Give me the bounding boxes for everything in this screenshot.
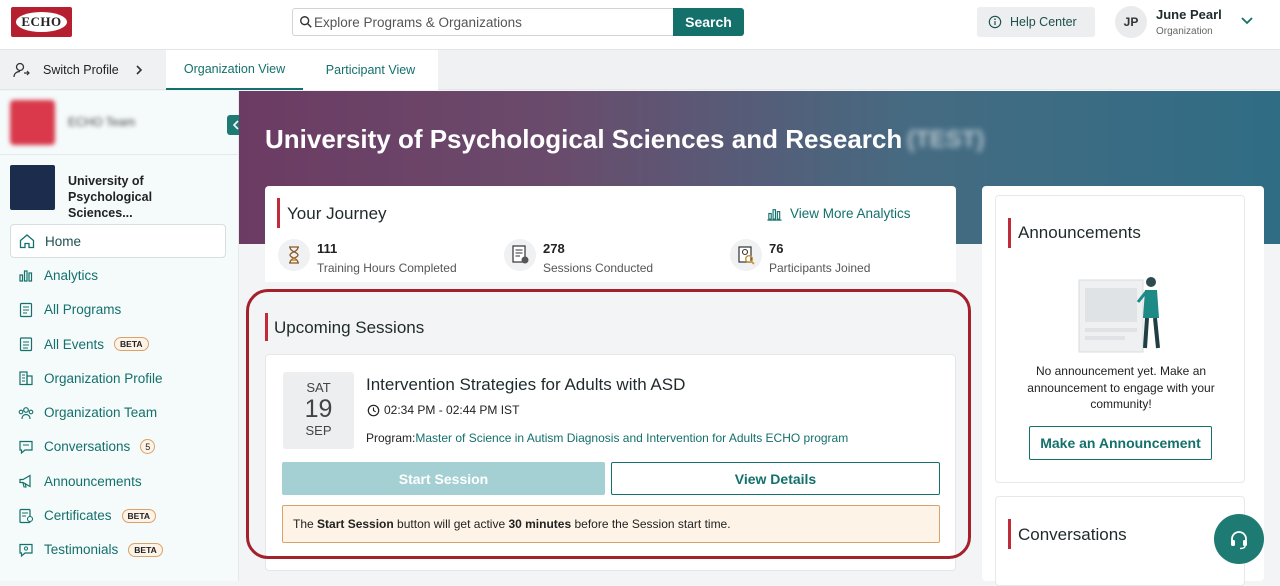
announcements-title: Announcements [1018, 223, 1141, 242]
team-icon [18, 406, 34, 419]
support-chat-button[interactable] [1214, 514, 1264, 564]
journey-card: Your Journey View More Analytics 111 Tra… [265, 186, 956, 282]
team-switcher[interactable]: ECHO Team [0, 91, 239, 155]
programs-icon [19, 302, 33, 317]
analytics-icon [19, 270, 33, 283]
beta-badge: BETA [114, 337, 149, 352]
sidebar-item-home[interactable]: Home [10, 224, 226, 259]
stat-value: 76 [769, 241, 784, 256]
test-tag: (TEST) [907, 126, 985, 153]
stat-label: Sessions Conducted [543, 261, 654, 275]
search-box[interactable] [292, 8, 674, 36]
building-icon [19, 371, 33, 386]
participant-icon [730, 239, 762, 271]
help-center-button[interactable]: Help Center [977, 7, 1095, 37]
sidebar-item-testimonials[interactable]: Testimonials BETA [10, 533, 226, 567]
sidebar-item-conversations[interactable]: Conversations 5 [10, 430, 226, 464]
events-icon [19, 337, 33, 352]
switch-profile-label: Switch Profile [43, 63, 119, 77]
info-icon [988, 15, 1002, 29]
chevron-down-icon[interactable] [1239, 14, 1255, 28]
team-logo [10, 100, 55, 145]
sidebar-item-label: Certificates [44, 508, 112, 524]
megaphone-icon [19, 474, 31, 488]
search-button[interactable]: Search [673, 8, 744, 36]
sidebar-item-label: Home [45, 233, 82, 249]
certificate-icon [19, 508, 34, 523]
sidebar-item-organization-profile[interactable]: Organization Profile [10, 361, 226, 395]
announcements-card: Announcements No announcement yet. Make … [995, 195, 1245, 483]
tab-participant-view[interactable]: Participant View [303, 50, 438, 90]
home-icon [19, 234, 35, 249]
user-name[interactable]: June Pearl [1156, 7, 1222, 22]
sidebar-item-label: Conversations [44, 439, 131, 455]
stat-value: 111 [317, 241, 338, 256]
org-name: University of Psychological Sciences... [68, 174, 153, 220]
sidebar: ECHO Team University of Psychological Sc… [0, 91, 247, 581]
tab-organization-view[interactable]: Organization View [166, 50, 303, 90]
sidebar-item-label: All Programs [44, 302, 122, 318]
section-accent-bar [277, 198, 280, 228]
headset-icon [1231, 531, 1247, 550]
page-title: University of Psychological Sciences and… [265, 124, 903, 154]
avatar[interactable]: JP [1115, 6, 1147, 38]
sidebar-item-label: Organization Team [44, 405, 158, 421]
sidebar-item-announcements[interactable]: Announcements [10, 464, 226, 498]
sidebar-item-organization-team[interactable]: Organization Team [10, 395, 226, 429]
switch-profile-button[interactable]: Switch Profile [11, 60, 145, 80]
sidebar-item-label: Analytics [44, 267, 99, 283]
view-tabs: Organization View Participant View [166, 50, 438, 90]
journey-title: Your Journey [287, 204, 387, 223]
sidebar-nav: Home Analytics All Programs All Events B… [10, 224, 226, 567]
view-more-analytics-link[interactable]: View More Analytics [766, 205, 911, 222]
sidebar-item-label: All Events [44, 336, 105, 352]
highlight-outline [246, 289, 971, 559]
testimonial-icon [19, 543, 33, 558]
beta-badge: BETA [121, 508, 157, 523]
conversations-title: Conversations [1018, 525, 1127, 544]
user-role: Organization [1156, 26, 1213, 37]
org-logo [10, 165, 55, 210]
sidebar-item-label: Testimonials [44, 542, 119, 558]
stat-label: Training Hours Completed [317, 261, 457, 275]
conversations-card: Conversations [995, 496, 1245, 586]
view-more-analytics-label: View More Analytics [790, 206, 911, 221]
team-name: ECHO Team [68, 115, 136, 129]
beta-badge: BETA [128, 542, 163, 557]
help-center-label: Help Center [1010, 15, 1077, 29]
sidebar-item-label: Organization Profile [44, 370, 163, 386]
chat-icon [19, 440, 33, 455]
document-icon [504, 239, 536, 271]
echo-logo[interactable]: ECHO [11, 7, 72, 37]
search-icon [300, 16, 312, 28]
sidebar-item-all-events[interactable]: All Events BETA [10, 327, 226, 361]
switch-profile-icon [13, 62, 30, 78]
sidebar-item-analytics[interactable]: Analytics [10, 258, 226, 292]
empty-announcements-text: No announcement yet. Make an announcemen… [1027, 364, 1215, 411]
empty-announcements-illustration [1078, 277, 1160, 353]
stat-label: Participants Joined [769, 261, 871, 275]
analytics-icon [767, 209, 782, 221]
top-bar: ECHO Search Help Center JP June Pearl Or… [0, 0, 1280, 50]
hourglass-icon [278, 239, 310, 271]
sub-bar: Switch Profile Organization View Partici… [0, 50, 1280, 90]
section-accent-bar [1008, 218, 1011, 248]
logo-text: ECHO [16, 12, 67, 32]
chevron-right-icon [136, 65, 142, 75]
conversation-count-badge: 5 [140, 439, 156, 455]
stat-value: 278 [543, 241, 565, 256]
search-input[interactable] [314, 9, 669, 35]
sidebar-item-all-programs[interactable]: All Programs [10, 293, 226, 327]
section-accent-bar [1008, 519, 1011, 549]
sidebar-item-certificates[interactable]: Certificates BETA [10, 498, 226, 532]
sidebar-item-label: Announcements [44, 473, 142, 489]
make-announcement-button[interactable]: Make an Announcement [1029, 426, 1212, 460]
org-header[interactable]: University of Psychological Sciences... [0, 157, 239, 220]
